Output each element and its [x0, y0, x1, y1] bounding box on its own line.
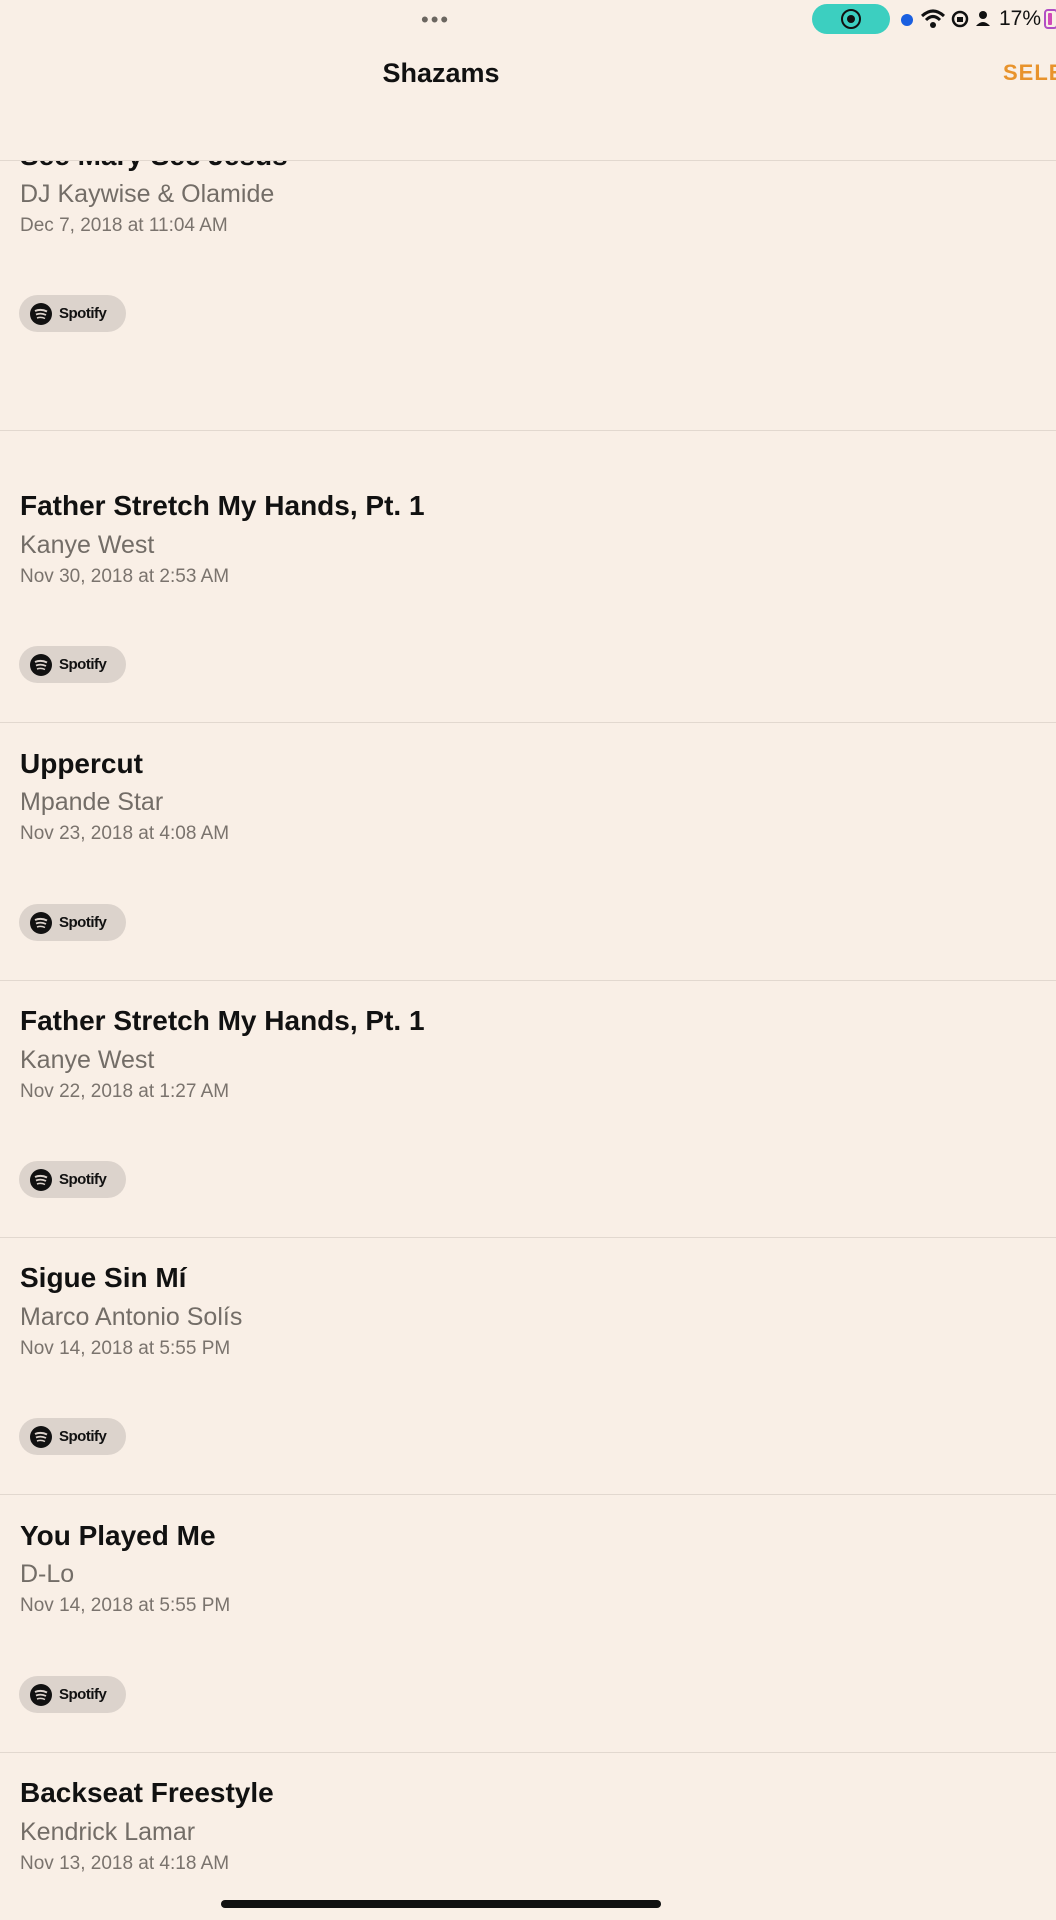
shazam-date: Dec 7, 2018 at 11:04 AM	[20, 215, 228, 236]
spotify-icon	[30, 654, 52, 676]
song-artist: Kanye West	[20, 1046, 155, 1074]
spotify-icon	[30, 912, 52, 934]
song-artist: DJ Kaywise & Olamide	[20, 180, 275, 208]
song-artist: Kendrick Lamar	[20, 1818, 196, 1846]
song-artist: Kanye West	[20, 531, 155, 559]
spotify-icon	[30, 303, 52, 325]
spotify-label: Spotify	[59, 914, 107, 931]
spotify-icon	[30, 1684, 52, 1706]
shazam-date: Nov 23, 2018 at 4:08 AM	[20, 823, 230, 844]
shazam-date: Nov 30, 2018 at 2:53 AM	[20, 566, 230, 587]
spotify-button[interactable]: Spotify	[19, 295, 126, 332]
song-artist: D-Lo	[20, 1560, 75, 1588]
shazam-list: See Mary See Jesus DJ Kaywise & Olamide …	[0, 0, 1056, 1920]
song-title: Sigue Sin Mí	[20, 1262, 187, 1293]
shazam-date: Nov 14, 2018 at 5:55 PM	[20, 1595, 231, 1616]
home-indicator[interactable]	[221, 1900, 661, 1908]
spotify-label: Spotify	[59, 305, 107, 322]
spotify-label: Spotify	[59, 1686, 107, 1703]
spotify-label: Spotify	[59, 1171, 107, 1188]
spotify-button[interactable]: Spotify	[19, 1676, 126, 1713]
spotify-button[interactable]: Spotify	[19, 646, 126, 683]
song-title: Backseat Freestyle	[20, 1777, 274, 1808]
song-title: Uppercut	[20, 748, 143, 779]
shazam-date: Nov 14, 2018 at 5:55 PM	[20, 1338, 231, 1359]
song-title: Father Stretch My Hands, Pt. 1	[20, 490, 425, 521]
shazam-date: Nov 22, 2018 at 1:27 AM	[20, 1081, 230, 1102]
spotify-button[interactable]: Spotify	[19, 1161, 126, 1198]
spotify-icon	[30, 1169, 52, 1191]
divider	[0, 1752, 1056, 1753]
divider	[0, 980, 1056, 981]
spotify-label: Spotify	[59, 1428, 107, 1445]
spotify-button[interactable]: Spotify	[19, 904, 126, 941]
song-artist: Marco Antonio Solís	[20, 1303, 243, 1331]
divider	[0, 1494, 1056, 1495]
spotify-icon	[30, 1426, 52, 1448]
divider	[0, 430, 1056, 431]
select-button[interactable]: SELECT	[1003, 60, 1056, 86]
spotify-label: Spotify	[59, 656, 107, 673]
divider	[0, 722, 1056, 723]
song-title: Father Stretch My Hands, Pt. 1	[20, 1005, 425, 1036]
song-title: You Played Me	[20, 1520, 216, 1551]
spotify-button[interactable]: Spotify	[19, 1418, 126, 1455]
navigation-bar: Shazams SELECT	[0, 40, 1056, 161]
shazam-date: Nov 13, 2018 at 4:18 AM	[20, 1853, 230, 1874]
divider	[0, 1237, 1056, 1238]
song-artist: Mpande Star	[20, 788, 164, 816]
page-title: Shazams	[382, 58, 500, 88]
